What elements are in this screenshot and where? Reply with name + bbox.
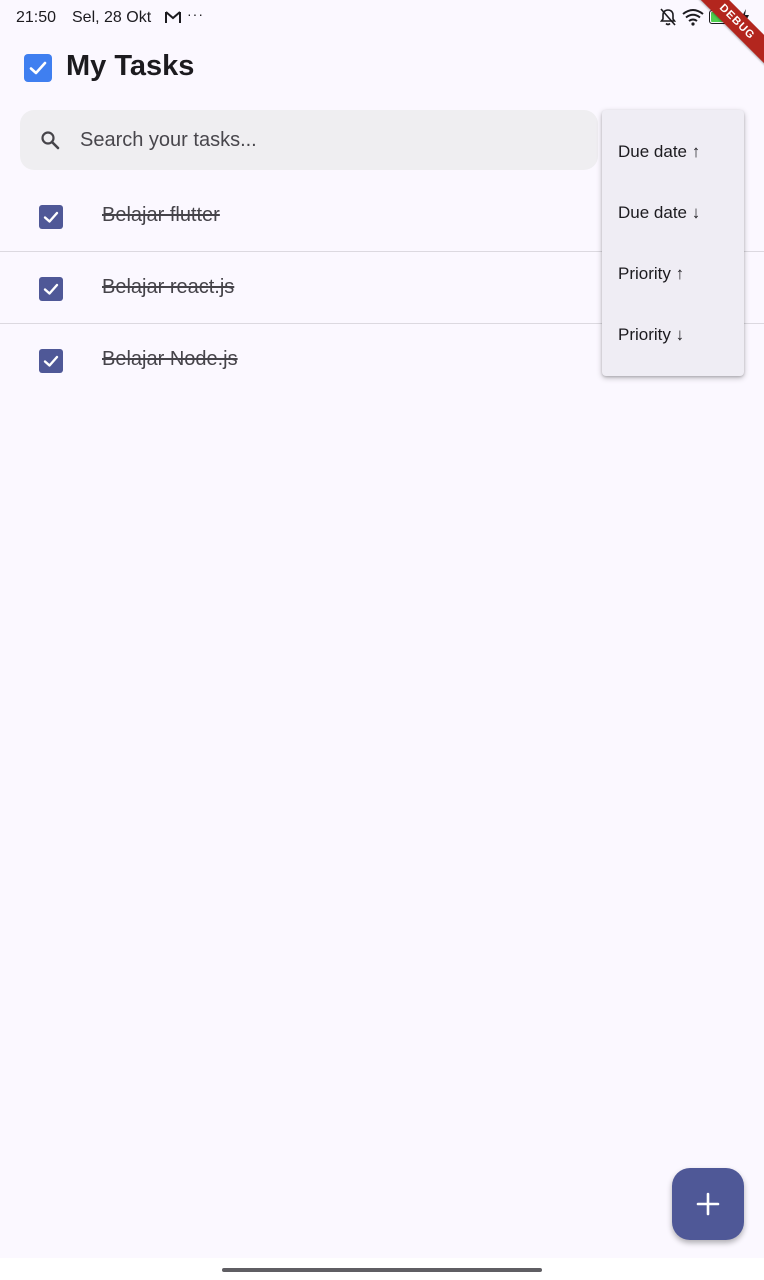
gesture-handle[interactable]: [222, 1268, 542, 1272]
gmail-icon: [165, 11, 181, 23]
menu-item-priority-desc[interactable]: Priority ↓: [602, 304, 744, 365]
task-title: Belajar react.js: [102, 276, 235, 298]
checkbox-logo-icon: [24, 54, 52, 82]
app-bar: My Tasks: [0, 44, 764, 92]
page-title: My Tasks: [66, 50, 195, 82]
screen: 21:50 Sel, 28 Okt ··· 92 DEBUG: [0, 0, 764, 1280]
task-title: Belajar flutter: [102, 204, 220, 226]
add-task-button[interactable]: [672, 1168, 744, 1240]
more-notifications-icon: ···: [187, 6, 204, 22]
status-time: 21:50: [16, 9, 57, 26]
task-checkbox[interactable]: [39, 349, 63, 373]
menu-item-priority-asc[interactable]: Priority ↑: [602, 243, 744, 304]
status-bar: 21:50 Sel, 28 Okt ··· 92: [0, 0, 764, 36]
sort-menu: Due date ↑ Due date ↓ Priority ↑ Priorit…: [602, 110, 744, 376]
check-icon: [43, 211, 59, 223]
navigation-bar: [0, 1258, 764, 1280]
wifi-icon: [682, 9, 704, 26]
bell-off-icon: [659, 8, 677, 26]
search-bar[interactable]: [20, 110, 598, 170]
check-icon: [43, 283, 59, 295]
search-input[interactable]: [80, 110, 580, 170]
menu-item-due-date-asc[interactable]: Due date ↑: [602, 121, 744, 182]
task-checkbox[interactable]: [39, 277, 63, 301]
status-date: Sel, 28 Okt: [72, 9, 152, 26]
task-title: Belajar Node.js: [102, 348, 238, 370]
task-checkbox[interactable]: [39, 205, 63, 229]
plus-icon: [696, 1192, 720, 1216]
menu-item-due-date-desc[interactable]: Due date ↓: [602, 182, 744, 243]
check-icon: [43, 355, 59, 367]
search-icon: [41, 131, 60, 150]
